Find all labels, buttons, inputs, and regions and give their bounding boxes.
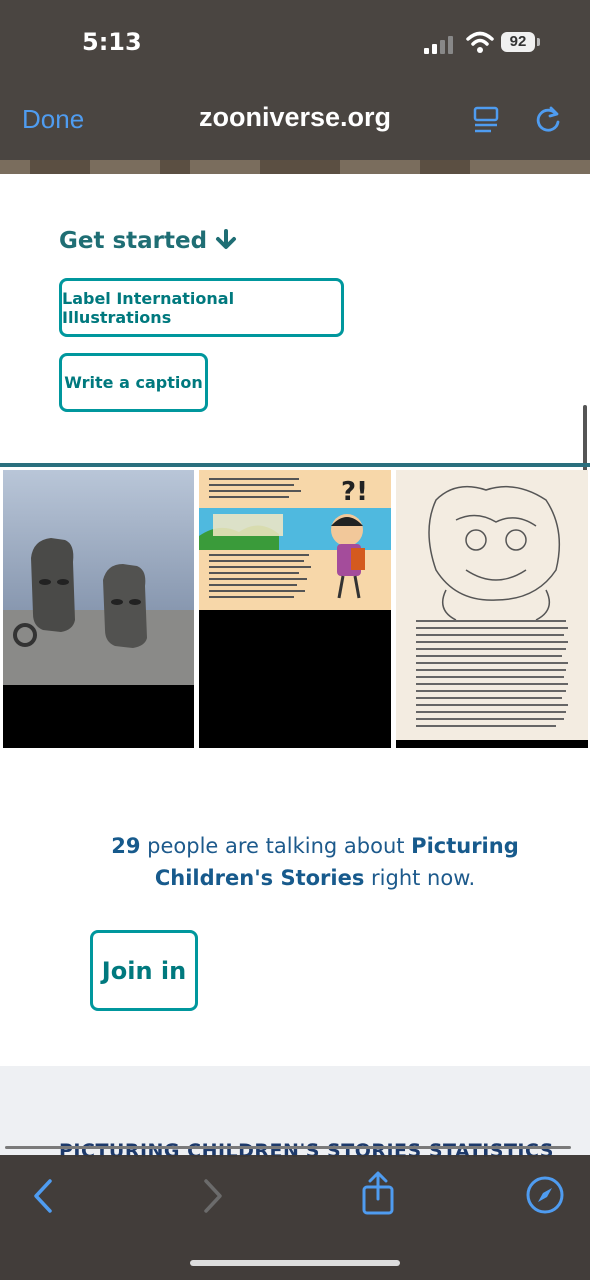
clock: 5:13 bbox=[82, 28, 142, 56]
get-started-heading: Get started bbox=[59, 228, 237, 254]
status-bar: 5:13 92 bbox=[0, 0, 590, 88]
battery-tip bbox=[537, 38, 540, 46]
write-caption-button[interactable]: Write a caption bbox=[59, 353, 208, 412]
home-indicator[interactable] bbox=[190, 1260, 400, 1266]
reload-icon[interactable] bbox=[534, 104, 562, 134]
compass-icon[interactable] bbox=[525, 1175, 565, 1215]
talk-summary: 29 people are talking about Picturing Ch… bbox=[60, 830, 570, 894]
reader-icon[interactable] bbox=[473, 106, 499, 134]
svg-text:?!: ?! bbox=[341, 477, 368, 507]
talk-text-2: right now. bbox=[364, 866, 476, 890]
battery-icon: 92 bbox=[501, 32, 535, 52]
illustration-book-page[interactable] bbox=[396, 470, 588, 748]
talk-count: 29 bbox=[111, 834, 141, 858]
share-icon[interactable] bbox=[360, 1171, 396, 1217]
wifi-icon bbox=[466, 31, 494, 53]
url-label[interactable]: zooniverse.org bbox=[0, 102, 590, 133]
browser-nav-bar: Done zooniverse.org bbox=[0, 88, 590, 160]
illustration-stone-heads[interactable] bbox=[3, 470, 194, 748]
section-divider bbox=[0, 463, 590, 467]
header-illustration-strip bbox=[0, 160, 590, 174]
signal-icon bbox=[424, 36, 456, 54]
talk-text-1: people are talking about bbox=[140, 834, 412, 858]
label-international-illustrations-button[interactable]: Label International Illustrations bbox=[59, 278, 344, 337]
arrow-down-icon bbox=[216, 229, 237, 249]
back-icon[interactable] bbox=[30, 1177, 56, 1215]
illustration-boy-cartoon[interactable]: ?! bbox=[199, 470, 391, 748]
join-in-button[interactable]: Join in bbox=[90, 930, 198, 1011]
forward-icon[interactable] bbox=[200, 1177, 226, 1215]
get-started-label: Get started bbox=[59, 228, 208, 254]
toolbar-separator bbox=[5, 1146, 571, 1149]
